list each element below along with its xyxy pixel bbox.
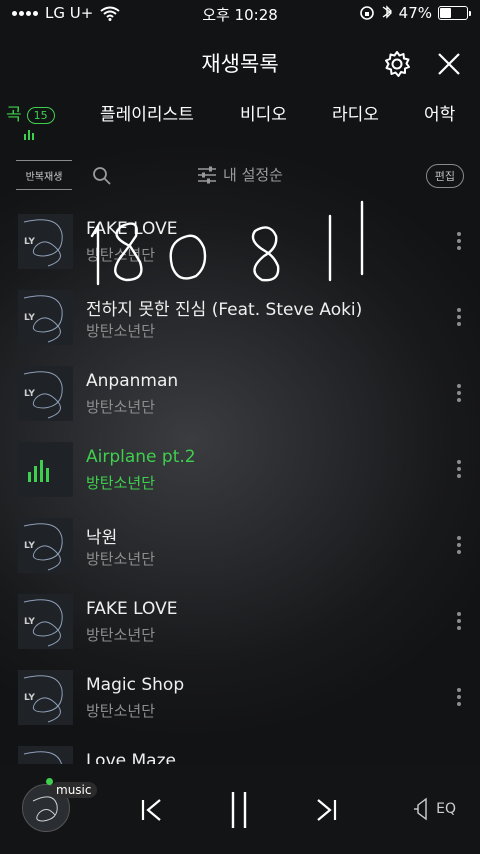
song-artist: 방탄소년단 xyxy=(86,550,156,568)
song-title: Anpanman xyxy=(86,371,179,391)
album-art-label: LY xyxy=(24,693,35,703)
category-tabs: 곡 15 플레이리스트 비디오 라디오 어학 xyxy=(0,96,480,144)
song-title: Airplane pt.2 xyxy=(86,447,196,467)
music-badge: music xyxy=(50,782,98,798)
tab-playlists[interactable]: 플레이리스트 xyxy=(100,100,194,125)
next-track-icon xyxy=(317,799,337,821)
settings-gear-icon xyxy=(385,51,410,77)
song-artist: 방탄소년단 xyxy=(86,322,156,340)
album-art-thumbnail: LY xyxy=(18,518,73,573)
sort-sliders-icon xyxy=(198,166,216,183)
song-artist: 방탄소년단 xyxy=(86,626,156,644)
sort-label: 내 설정순 xyxy=(223,166,283,184)
close-x-icon xyxy=(438,53,460,75)
repeat-button[interactable]: 반복재생 xyxy=(16,160,72,190)
previous-button[interactable] xyxy=(132,790,172,830)
previous-track-icon xyxy=(141,799,161,821)
edit-button[interactable]: 편집 xyxy=(425,164,464,188)
tab-language[interactable]: 어학 xyxy=(424,100,455,125)
song-list: LY FAKE LOVE 방탄소년단 LY 전하지 못한 진심 (Feat. Steve… xyxy=(0,204,480,764)
album-art-thumbnail: LY xyxy=(18,290,73,345)
album-art-thumbnail xyxy=(18,442,73,497)
song-title: FAKE LOVE xyxy=(86,219,178,239)
song-artist: 방탄소년단 xyxy=(86,702,156,720)
status-bar: LG U+ 오후 10:28 47% xyxy=(0,0,480,28)
song-row[interactable]: LY FAKE LOVE 방탄소년단 xyxy=(0,204,480,280)
song-artist: 방탄소년단 xyxy=(86,398,156,416)
more-options-icon[interactable] xyxy=(456,232,462,250)
tab-songs[interactable]: 곡 15 xyxy=(6,100,55,125)
rotation-lock-icon xyxy=(359,6,374,20)
more-options-icon[interactable] xyxy=(456,384,462,402)
album-art-thumbnail: LY xyxy=(18,746,73,764)
album-art-thumbnail: LY xyxy=(18,594,73,649)
sort-button[interactable]: 내 설정순 xyxy=(197,164,283,185)
song-row[interactable]: LY Anpanman 방탄소년단 xyxy=(0,356,480,432)
song-row[interactable]: LY Magic Shop 방탄소년단 xyxy=(0,660,480,736)
album-art-thumbnail: LY xyxy=(18,214,73,269)
album-art-label: LY xyxy=(24,313,35,323)
album-art-label: LY xyxy=(24,617,35,627)
song-row[interactable]: Airplane pt.2 방탄소년단 xyxy=(0,432,480,508)
album-art-label: LY xyxy=(24,389,35,399)
song-row[interactable]: LY FAKE LOVE 방탄소년단 xyxy=(0,584,480,660)
song-title: Love Maze xyxy=(86,751,176,764)
status-right: 47% xyxy=(359,4,471,22)
repeat-label: 반복재생 xyxy=(25,171,63,183)
song-row[interactable]: LY 낙원방탄소년단 xyxy=(0,508,480,584)
now-playing-indicator-icon xyxy=(24,130,34,140)
song-title: 낙원 xyxy=(86,528,118,548)
pause-icon xyxy=(231,792,247,828)
speaker-eq-icon xyxy=(414,797,427,821)
more-options-icon[interactable] xyxy=(456,688,462,706)
header: 재생목록 xyxy=(0,40,480,88)
eq-button[interactable]: EQ xyxy=(414,796,456,822)
song-title: Magic Shop xyxy=(86,675,185,695)
song-title: 전하지 못한 진심 (Feat. Steve Aoki) xyxy=(86,300,363,320)
now-playing-equalizer-icon xyxy=(28,458,49,482)
playlist-toolbar: 반복재생 내 설정순 편집 xyxy=(0,156,480,196)
more-options-icon[interactable] xyxy=(456,308,462,326)
tab-videos[interactable]: 비디오 xyxy=(240,100,287,125)
alarm-icon xyxy=(382,5,392,19)
more-options-icon[interactable] xyxy=(456,460,462,478)
album-art-scribble-icon xyxy=(23,751,62,764)
song-artist: 방탄소년단 xyxy=(86,474,156,492)
tab-songs-label: 곡 xyxy=(6,105,22,125)
album-art-thumbnail: LY xyxy=(18,366,73,421)
more-options-icon[interactable] xyxy=(456,612,462,630)
settings-button[interactable] xyxy=(381,48,413,80)
album-art-label: LY xyxy=(24,541,35,551)
battery-percent: 47% xyxy=(398,4,432,22)
eq-label: EQ xyxy=(436,801,456,817)
search-icon[interactable] xyxy=(92,166,112,186)
album-art-thumbnail: LY xyxy=(18,670,73,725)
more-options-icon[interactable] xyxy=(456,536,462,554)
album-art-label: LY xyxy=(24,237,35,247)
song-title: FAKE LOVE xyxy=(86,599,178,619)
close-button[interactable] xyxy=(433,48,465,80)
song-row[interactable]: LY 전하지 못한 진심 (Feat. Steve Aoki) 방탄소년단 xyxy=(0,280,480,356)
song-row[interactable]: LY Love Maze xyxy=(0,736,480,764)
song-artist: 방탄소년단 xyxy=(86,246,156,264)
battery-icon xyxy=(438,6,471,20)
tab-radio[interactable]: 라디오 xyxy=(332,100,379,125)
next-button[interactable] xyxy=(306,790,346,830)
mini-player: music EQ xyxy=(0,764,480,854)
pause-button[interactable] xyxy=(219,790,259,830)
song-count-badge: 15 xyxy=(26,106,55,124)
